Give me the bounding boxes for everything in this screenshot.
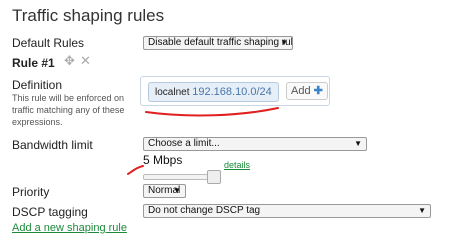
annotation-underline-definition (145, 107, 279, 117)
annotation-underline-bandwidth (127, 165, 144, 175)
red-annotation-marks (127, 107, 279, 175)
